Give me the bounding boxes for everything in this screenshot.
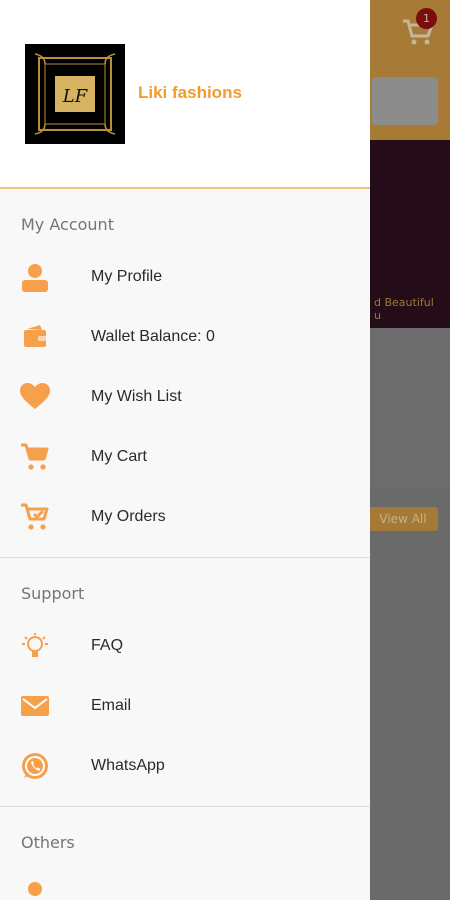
content-area	[370, 328, 450, 488]
person-icon	[0, 262, 91, 292]
menu-label: FAQ	[91, 637, 124, 654]
menu-label: My Wish List	[91, 388, 182, 405]
banner-text: d Beautiful u	[374, 296, 434, 322]
menu-label: Wallet Balance: 0	[91, 328, 215, 345]
heart-icon	[0, 382, 91, 412]
menu-item-my-cart[interactable]: My Cart	[0, 427, 370, 487]
menu-label: My Orders	[91, 508, 166, 525]
promo-banner[interactable]: d Beautiful u	[370, 140, 450, 328]
navigation-drawer: LF Liki fashions My Account My Profile W…	[0, 0, 370, 900]
menu-label: My Profile	[91, 268, 163, 285]
mail-icon	[0, 691, 91, 721]
menu-item-email[interactable]: Email	[0, 676, 370, 736]
menu-item-partial[interactable]	[0, 865, 370, 900]
menu-item-my-orders[interactable]: My Orders	[0, 487, 370, 547]
store-name: Liki fashions	[138, 83, 242, 102]
orders-cart-icon	[0, 502, 91, 532]
cart-icon	[0, 442, 91, 472]
wallet-icon	[0, 322, 91, 352]
content-lower	[370, 488, 450, 900]
logo-text: LF	[62, 86, 89, 107]
search-bar[interactable]	[372, 77, 438, 125]
menu-label: WhatsApp	[91, 757, 165, 774]
menu-label: Email	[91, 697, 132, 714]
view-all-button[interactable]: View All	[368, 507, 438, 531]
menu-item-faq[interactable]: FAQ	[0, 616, 370, 676]
menu-item-my-profile[interactable]: My Profile	[0, 247, 370, 307]
cart-badge: 1	[416, 8, 437, 29]
menu-item-whatsapp[interactable]: WhatsApp	[0, 736, 370, 796]
drawer-header: LF Liki fashions	[0, 0, 370, 189]
whatsapp-icon	[0, 751, 91, 781]
lightbulb-icon	[0, 631, 91, 661]
section-title-support: Support	[21, 584, 85, 603]
store-logo[interactable]: LF	[25, 44, 125, 144]
person-icon	[0, 880, 91, 900]
menu-item-my-wish-list[interactable]: My Wish List	[0, 367, 370, 427]
section-title-others: Others	[21, 833, 75, 852]
menu-label: My Cart	[91, 448, 147, 465]
menu-item-wallet-balance[interactable]: Wallet Balance: 0	[0, 307, 370, 367]
section-title-my-account: My Account	[21, 215, 114, 234]
